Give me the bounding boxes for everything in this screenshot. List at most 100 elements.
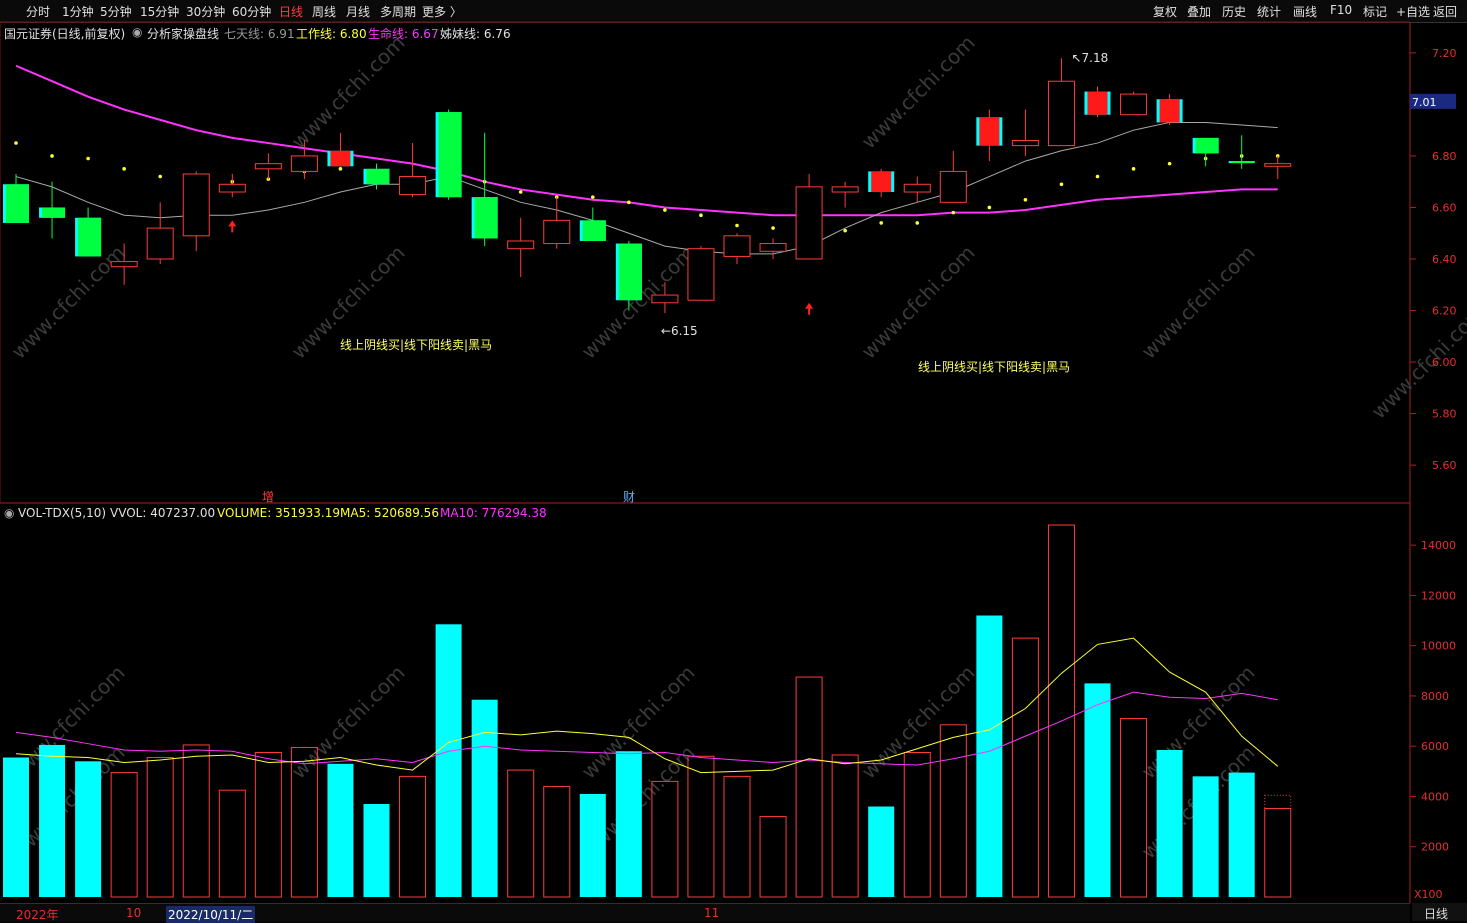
volume-bar-29: [1047, 524, 1075, 898]
gongzuo-dot-9: [338, 167, 343, 171]
event-tag-cai[interactable]: 财: [623, 488, 635, 505]
candle-body-19: [687, 248, 715, 301]
period-indicator-label: 日线: [1424, 907, 1449, 921]
candle-body-0: [6, 184, 29, 223]
buy-arrow-1: [805, 302, 814, 315]
candle-body-4: [146, 227, 174, 260]
watermark-3: www.cfchi.com: [857, 241, 980, 364]
volume-bar-3: [110, 772, 138, 898]
gongzuo-dot-29: [1059, 182, 1064, 187]
candle-body-13: [474, 197, 498, 239]
gongzuo-dot-31: [1131, 167, 1136, 171]
candle-body-5: [182, 173, 210, 237]
volume-bar-16: [579, 793, 606, 897]
volume-tick-label-1: 12000: [1421, 589, 1456, 602]
candle-body-26: [939, 170, 967, 203]
watermark-4: www.cfchi.com: [1137, 241, 1260, 364]
candle-body-22: [795, 186, 823, 260]
volume-tick-label-3: 8000: [1421, 690, 1449, 703]
candle-body-16: [582, 220, 606, 241]
signal-text-2: 线上阴线买|线下阳线卖|黑马: [918, 360, 1071, 374]
gongzuo-dot-2: [86, 156, 90, 161]
candle-body-25: [903, 183, 931, 193]
candle-body-21: [759, 243, 787, 252]
candle-body-10: [366, 168, 390, 185]
volume-bar-0: [3, 757, 29, 897]
volume-bar-21: [759, 816, 787, 898]
candle-body-34: [1231, 161, 1255, 164]
volume-bar-15: [543, 785, 571, 898]
price-tick-label-8: 5.60: [1432, 459, 1457, 472]
candle-body-33: [1195, 137, 1219, 154]
candle-body-6: [218, 183, 246, 193]
kline-chart[interactable]: www.cfchi.com www.cfchi.com www.cfchi.com w…: [0, 0, 1467, 903]
volume-bar-20: [723, 775, 751, 898]
volume-bar-1: [39, 744, 66, 897]
candle-body-11: [399, 176, 427, 196]
candle-body-35: [1264, 163, 1292, 167]
volume-bar-28: [1011, 637, 1039, 898]
volume-bar-33: [1192, 776, 1219, 897]
watermark-0: www.cfchi.com: [7, 241, 130, 364]
price-tick-label-6: 6.00: [1432, 356, 1457, 369]
volume-bar-23: [831, 754, 859, 898]
volume-tick-label-2: 10000: [1421, 640, 1456, 653]
price-tick-label-5: 6.20: [1432, 305, 1457, 318]
gongzuo-dot-21: [771, 226, 775, 230]
volume-bar-14: [507, 769, 535, 898]
volume-bar-25: [903, 751, 931, 898]
date-axis: 2022年 10 2022/10/11/二 11: [0, 903, 1410, 923]
candle-body-18: [651, 294, 679, 304]
high-price-label: ↖7.18: [1071, 51, 1108, 65]
signal-text-1: 线上阴线买|线下阳线卖|黑马: [340, 338, 493, 352]
candle-body-24: [871, 171, 892, 193]
candle-body-9: [330, 150, 351, 167]
date-month-10: 10: [126, 906, 142, 920]
volume-tick-label-0: 14000: [1421, 539, 1456, 552]
volume-bar-34: [1228, 772, 1255, 897]
event-tag-zeng[interactable]: 增: [262, 488, 274, 505]
candle-body-29: [1047, 80, 1075, 147]
date-month-11: 11: [704, 906, 720, 920]
volume-bar-7: [254, 751, 282, 898]
gongzuo-dot-25: [915, 221, 920, 225]
price-tick-label-0: 7.20: [1432, 47, 1457, 60]
volume-tick-label-4: 6000: [1421, 740, 1449, 753]
volume-bar-projection: [1264, 794, 1292, 810]
gongzuo-dot-19: [699, 213, 703, 217]
period-indicator[interactable]: 日线: [1412, 903, 1467, 921]
gongzuo-dot-32: [1167, 161, 1172, 166]
gongzuo-dot-14: [518, 190, 523, 194]
gongzuo-dot-30: [1095, 174, 1100, 179]
volume-bar-9: [327, 763, 354, 897]
price-tick-label-4: 6.40: [1432, 253, 1457, 266]
watermark-11: www.cfchi.com: [287, 31, 410, 154]
candle-body-15: [543, 219, 571, 245]
date-year: 2022年: [16, 908, 59, 922]
volume-bar-19: [687, 755, 715, 898]
candle-body-28: [1011, 139, 1039, 147]
volume-bar-31: [1120, 718, 1148, 898]
candle-body-8: [290, 155, 318, 172]
gongzuo-dot-3: [122, 167, 126, 171]
gongzuo-dot-1: [50, 154, 54, 158]
volume-bar-2: [75, 761, 102, 897]
volume-bar-5: [182, 744, 210, 898]
gongzuo-dot-20: [735, 223, 739, 228]
low-price-label: ←6.15: [661, 324, 698, 338]
price-tick-label-3: 6.60: [1432, 201, 1457, 214]
volume-bar-26: [939, 724, 967, 898]
candle-body-3: [110, 261, 138, 268]
volume-tick-label-5: 4000: [1421, 790, 1449, 803]
date-cursor: 2022/10/11/二: [166, 906, 256, 923]
watermark-12: www.cfchi.com: [857, 31, 980, 154]
volume-bar-30: [1084, 683, 1111, 897]
candle-body-30: [1087, 91, 1108, 115]
candle-body-14: [507, 240, 535, 250]
volume-bar-35: [1264, 808, 1292, 898]
gongzuo-dot-17: [627, 200, 631, 205]
gongzuo-dot-18: [663, 208, 667, 212]
gongzuo-dot-28: [1023, 197, 1028, 202]
candle-body-2: [78, 217, 102, 257]
candle-body-17: [618, 243, 642, 301]
